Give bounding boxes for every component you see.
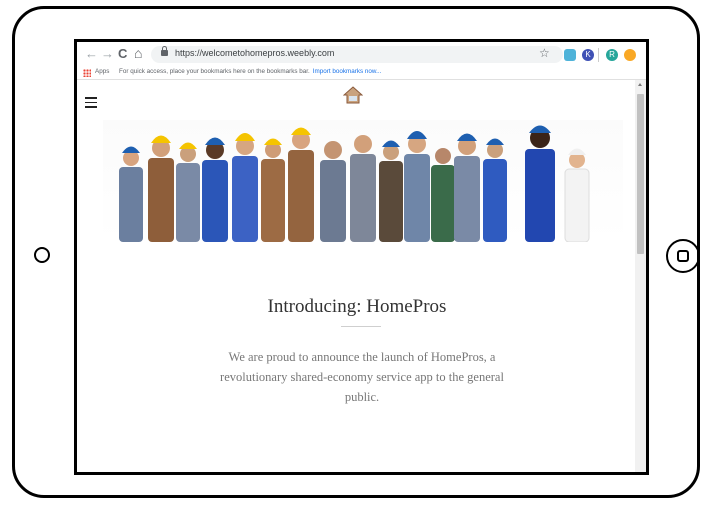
apps-link[interactable]: Apps [95, 68, 109, 75]
bookmarks-message: For quick access, place your bookmarks h… [119, 68, 381, 75]
toolbar-divider [598, 48, 599, 62]
extension-4-icon[interactable] [624, 49, 636, 61]
address-bar[interactable]: https://welcometohomepros.weebly.com [151, 46, 563, 63]
extension-3-icon[interactable]: R [606, 49, 618, 61]
intro-paragraph: We are proud to announce the launch of H… [220, 350, 504, 404]
forward-arrow-icon[interactable]: → [101, 46, 114, 61]
web-page: Introducing: HomePros We are proud to an… [77, 80, 637, 472]
back-arrow-icon[interactable]: ← [85, 46, 98, 61]
homepros-logo[interactable] [343, 85, 363, 105]
browser-window: ← → C ⌂ https://welcometohomepros.weebly… [74, 39, 649, 475]
star-icon[interactable]: ☆ [539, 46, 550, 60]
scrollbar-thumb[interactable] [637, 94, 644, 254]
lock-icon [161, 46, 168, 56]
browser-toolbar: ← → C ⌂ https://welcometohomepros.weebly… [77, 42, 646, 66]
bookmarks-bar: Apps For quick access, place your bookma… [77, 66, 646, 80]
scroll-up-arrow-icon[interactable] [638, 83, 642, 86]
home-icon[interactable]: ⌂ [134, 45, 142, 61]
front-camera-icon [34, 247, 50, 263]
menu-icon[interactable] [85, 97, 97, 108]
bookmarks-message-text: For quick access, place your bookmarks h… [119, 68, 310, 75]
extension-1-icon[interactable] [564, 49, 576, 61]
workers-banner-image [103, 120, 623, 242]
home-button[interactable] [666, 239, 700, 273]
page-scrollbar[interactable] [635, 80, 646, 472]
url-text: https://welcometohomepros.weebly.com [175, 48, 335, 58]
home-button-icon [677, 250, 689, 262]
import-bookmarks-link[interactable]: Import bookmarks now... [313, 68, 382, 75]
apps-grid-icon[interactable] [83, 69, 91, 77]
reload-icon[interactable]: C [118, 46, 127, 61]
page-heading: Introducing: HomePros [267, 296, 447, 317]
heading-divider [341, 326, 381, 327]
extension-2-icon[interactable]: K [582, 49, 594, 61]
